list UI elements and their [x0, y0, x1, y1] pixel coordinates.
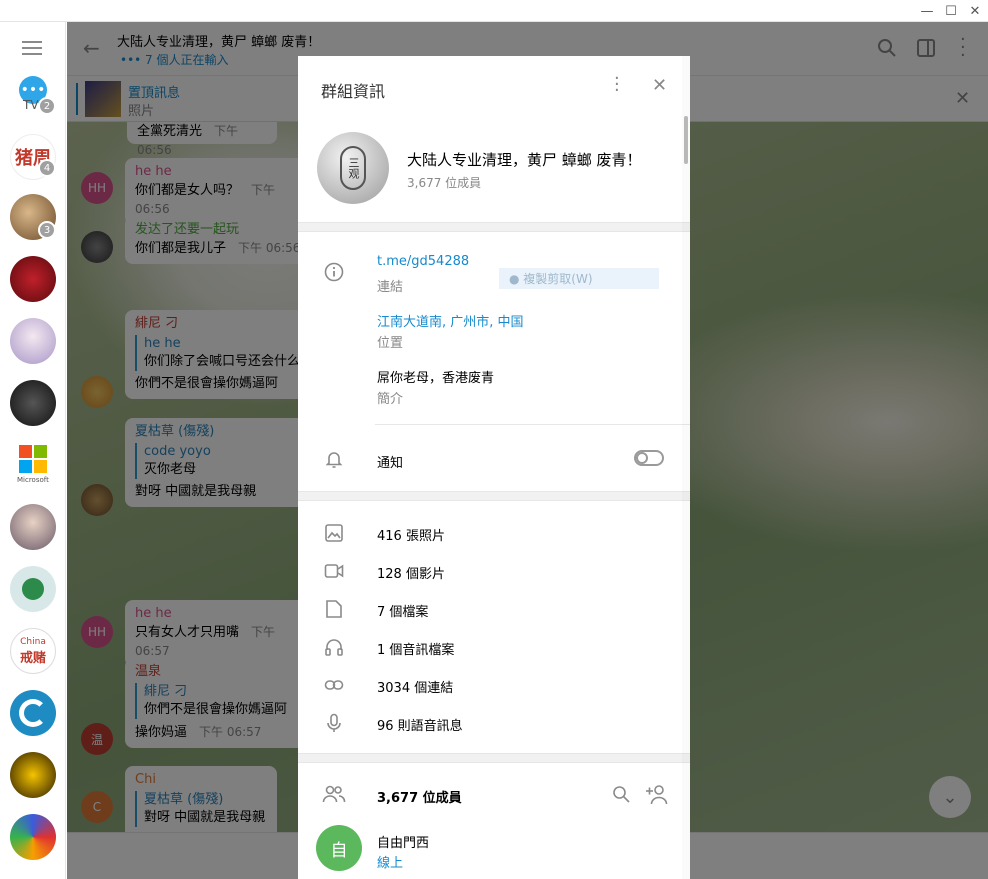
china-label: China [20, 636, 46, 647]
unread-badge: 2 [38, 97, 56, 115]
location-label: 位置 [377, 336, 404, 351]
media-videos[interactable]: 128 個影片 [377, 563, 445, 582]
microsoft-label: Microsoft [17, 476, 49, 484]
chat-avatar-red[interactable] [10, 256, 56, 302]
link-icon [324, 680, 344, 690]
chat-avatar-anime[interactable] [10, 318, 56, 364]
group-info-dialog: 群組資訊 · · · ✕ 三观 大陆人专业清理，黄尸 蟑螂 废青！ 3,677 位成… [298, 56, 690, 879]
section-divider [298, 753, 690, 763]
close-dialog-icon[interactable]: ✕ [652, 75, 667, 96]
gambling-label: 戒赌 [19, 650, 46, 666]
invite-link[interactable]: t.me/gd54288 [377, 254, 469, 269]
minimize-button[interactable]: — [916, 0, 938, 22]
chat-avatar-tree[interactable] [10, 566, 56, 612]
group-avatar-glyph: 三观 [340, 146, 366, 190]
photo-icon [325, 524, 343, 542]
media-audio[interactable]: 1 個音訊檔案 [377, 639, 454, 658]
member-avatar[interactable]: 自 [316, 825, 362, 871]
chat-folders-rail: ••• TV 2 猪周 4 3 Microsoft China 戒赌 [0, 22, 66, 879]
member-name[interactable]: 自由門西 [377, 832, 429, 851]
maximize-button[interactable]: ☐ [940, 0, 962, 22]
tv-folder-label: TV [23, 98, 39, 112]
copy-hint-text: 複製剪取(W) [523, 272, 593, 286]
video-icon [324, 564, 344, 578]
chat-avatar-dark[interactable] [10, 380, 56, 426]
members-header: 3,677 位成員 [377, 791, 462, 806]
row-divider [375, 424, 690, 425]
search-members-icon[interactable] [612, 785, 630, 803]
unread-badge: 3 [38, 221, 56, 239]
info-icon [324, 262, 344, 282]
section-divider [298, 222, 690, 232]
notifications-label: 通知 [377, 456, 404, 471]
invite-link-label: 連結 [377, 280, 404, 295]
section-divider [298, 491, 690, 501]
c-logo-icon [19, 699, 47, 727]
group-member-count: 3,677 位成員 [407, 176, 482, 190]
bell-icon [325, 452, 343, 468]
chat-avatar-colorful[interactable] [10, 814, 56, 860]
group-bio: 屌你老母，香港废青 [377, 371, 495, 386]
chat-avatar-batman[interactable] [10, 752, 56, 798]
tree-icon [22, 578, 44, 600]
panel-scroll-track[interactable] [682, 56, 690, 879]
media-photos[interactable]: 416 張照片 [377, 525, 445, 544]
toggle-knob [636, 452, 648, 464]
media-files[interactable]: 7 個檔案 [377, 601, 428, 620]
members-icon [322, 785, 346, 803]
chat-avatar-china-gambling[interactable]: China 戒赌 [10, 628, 56, 674]
media-voice[interactable]: 96 則語音訊息 [377, 715, 463, 734]
member-status: 線上 [377, 856, 404, 871]
chat-avatar-c-logo[interactable] [10, 690, 56, 736]
headphones-icon [325, 639, 343, 656]
add-member-icon[interactable] [645, 783, 669, 805]
notifications-toggle[interactable] [634, 450, 664, 466]
window-titlebar: — ☐ ✕ [0, 0, 988, 22]
location-link[interactable]: 江南大道南, 广州市, 中国 [377, 311, 524, 330]
microsoft-logo-icon[interactable] [19, 445, 47, 473]
bio-label: 簡介 [377, 392, 404, 407]
media-links[interactable]: 3034 個連結 [377, 677, 453, 696]
unread-badge: 4 [38, 159, 56, 177]
group-name: 大陆人专业清理，黄尸 蟑螂 废青！ [407, 151, 642, 169]
copy-link-tooltip: ● 複製剪取(W) [499, 268, 659, 289]
microphone-icon [327, 713, 341, 732]
dialog-title: 群組資訊 [321, 82, 386, 101]
more-options-icon[interactable]: ··· [614, 70, 620, 100]
file-icon [326, 600, 342, 618]
hamburger-menu-icon[interactable] [22, 41, 42, 55]
chat-avatar-girl[interactable] [10, 504, 56, 550]
close-window-button[interactable]: ✕ [964, 0, 986, 22]
group-avatar[interactable]: 三观 [317, 132, 389, 204]
